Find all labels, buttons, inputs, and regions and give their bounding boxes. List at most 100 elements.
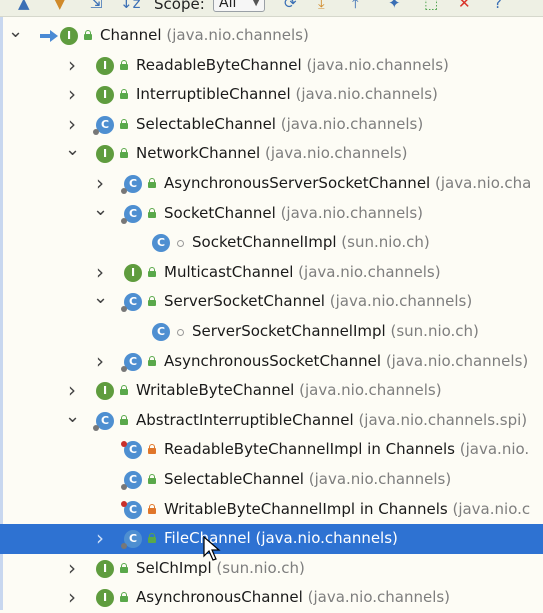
interface-icon: I [96, 56, 114, 75]
tree-row[interactable]: C WritableByteChannelImpl in Channels (ja… [0, 495, 543, 525]
chevron-right-icon[interactable]: › [93, 524, 107, 553]
chevron-down-icon: ▼ [252, 0, 260, 8]
public-visibility-icon [119, 148, 129, 159]
package-name: (java.nio.cha [435, 174, 532, 192]
tree-row-label: AsynchronousSocketChannel (java.nio.chan… [164, 347, 528, 376]
package-name: (java.nio.channels) [298, 262, 441, 281]
export-icon[interactable]: ⬚ [424, 0, 438, 13]
type-name: SelectableChannel [136, 114, 276, 133]
tree-row[interactable]: C SelectableChannel (java.nio.channels) [0, 465, 543, 495]
type-name: MulticastChannel [164, 262, 294, 281]
chevron-down-icon[interactable]: ⌄ [65, 139, 80, 168]
type-name: AbstractInterruptibleChannel [136, 410, 354, 429]
chevron-right-icon[interactable]: › [65, 110, 79, 139]
close-icon[interactable]: ✕ [458, 0, 471, 13]
help-icon[interactable]: ? [494, 0, 502, 13]
expand-all-icon[interactable]: ⤓ [318, 0, 325, 13]
package-name: (sun.nio.ch) [216, 558, 305, 577]
type-name: NetworkChannel [136, 144, 261, 163]
tree-row[interactable]: ⌄ C ServerSocketChannel (java.nio.channels… [0, 287, 543, 317]
class-icon: C [121, 175, 142, 194]
package-name: (java.nio.channels) [280, 114, 424, 133]
abstract-marker-icon [121, 543, 127, 550]
public-visibility-icon [147, 533, 157, 544]
public-visibility-icon [83, 30, 93, 41]
public-visibility-icon [147, 178, 157, 189]
class-icon: C [121, 471, 142, 490]
sort-alphabetically-icon[interactable]: ↓z [120, 0, 140, 13]
tree-row[interactable]: › C AsynchronousServerSocketChannel (java.… [0, 169, 543, 199]
tree-row[interactable]: › I SelChImpl (sun.nio.ch) [0, 554, 543, 584]
package-name: (java.nio.channels) [307, 588, 451, 607]
tree-row[interactable]: C SocketChannelImpl (sun.nio.ch) [0, 228, 543, 258]
type-name: ServerSocketChannelImpl [192, 322, 386, 340]
type-name: AsynchronousSocketChannel [164, 351, 382, 370]
tree-row-label: FileChannel (java.nio.channels) [164, 524, 398, 553]
public-visibility-icon [119, 385, 129, 396]
scope-label: Scope: [154, 0, 205, 13]
tree-row[interactable]: › I ReadableByteChannel (java.nio.channels… [0, 51, 543, 81]
package-name: (sun.nio.ch) [390, 322, 479, 340]
chevron-right-icon[interactable]: › [93, 169, 107, 198]
chevron-right-icon[interactable]: › [65, 51, 79, 80]
class-icon: C [121, 352, 142, 372]
tree-row[interactable]: ⌄ C AbstractInterruptibleChannel (java.nio… [0, 406, 543, 436]
class-icon: C [152, 323, 170, 341]
class-icon: C [121, 293, 142, 313]
supertype-hierarchy-icon[interactable]: ▲ [18, 0, 30, 13]
tree-row[interactable]: › I WritableByteChannel (java.nio.channels… [0, 376, 543, 406]
tree-row[interactable]: › C SelectableChannel (java.nio.channels) [0, 110, 543, 140]
tree-row[interactable]: › I AsynchronousChannel (java.nio.channels… [0, 583, 543, 613]
package-name: (java.nio.channels) [166, 26, 309, 44]
tree-row-label: MulticastChannel (java.nio.channels) [164, 258, 441, 287]
chevron-right-icon[interactable]: › [65, 80, 79, 109]
class-icon: C [93, 115, 114, 135]
tree-row[interactable]: › C AsynchronousSocketChannel (java.nio.ch… [0, 347, 543, 377]
tree-row[interactable]: › I MulticastChannel (java.nio.channels) [0, 258, 543, 288]
tree-row-label: AsynchronousChannel (java.nio.channels) [136, 583, 450, 612]
package-visibility-icon [175, 326, 185, 337]
tree-row[interactable]: ⌄ I NetworkChannel (java.nio.channels) [0, 139, 543, 169]
chevron-right-icon[interactable]: › [93, 258, 107, 287]
interface-icon: I [96, 559, 114, 578]
pin-icon[interactable]: ✦ [388, 0, 401, 13]
tree-row-label: ReadableByteChannelImpl in Channels (jav… [164, 435, 529, 464]
public-visibility-icon [119, 59, 129, 71]
base-type-marker-icon [40, 27, 60, 45]
tree-row-label: InterruptibleChannel (java.nio.channels) [136, 80, 438, 109]
subtype-hierarchy-icon[interactable]: ▼ [54, 0, 66, 13]
tree-row-label: WritableByteChannel (java.nio.channels) [136, 376, 442, 405]
collapse-all-icon[interactable]: ⤒ [352, 0, 359, 13]
class-hierarchy-icon[interactable]: ⇲ [90, 0, 103, 13]
tree-row[interactable]: ⌄ C SocketChannel (java.nio.channels) [0, 199, 543, 229]
tree-row-label: SocketChannel (java.nio.channels) [164, 199, 423, 228]
chevron-right-icon[interactable]: › [65, 376, 79, 405]
tree-row-label: AbstractInterruptibleChannel (java.nio.c… [136, 406, 527, 435]
tree-row[interactable]: C ReadableByteChannelImpl in Channels (ja… [0, 435, 543, 465]
class-icon: C [121, 441, 142, 460]
private-visibility-icon [147, 444, 157, 455]
chevron-down-icon[interactable]: ⌄ [65, 406, 80, 435]
tree-row[interactable]: › I InterruptibleChannel (java.nio.channel… [0, 80, 543, 110]
tree-row-label: AsynchronousServerSocketChannel (java.ni… [164, 169, 531, 198]
chevron-right-icon[interactable]: › [65, 583, 79, 612]
tree-row-label: ReadableByteChannel (java.nio.channels) [136, 51, 449, 80]
type-name: WritableByteChannelImpl in Channels [164, 499, 448, 518]
scope-select[interactable]: All ▼ [213, 0, 265, 12]
chevron-right-icon[interactable]: › [93, 347, 107, 376]
public-visibility-icon [147, 266, 157, 278]
type-name: AsynchronousChannel [136, 588, 303, 607]
package-name: (java.nio.channels) [255, 529, 398, 548]
chevron-right-icon[interactable]: › [65, 554, 79, 583]
chevron-down-icon[interactable]: ⌄ [8, 21, 23, 50]
chevron-down-icon[interactable]: ⌄ [93, 199, 108, 228]
chevron-down-icon[interactable]: ⌄ [93, 287, 108, 316]
interface-icon: I [60, 27, 78, 45]
tree-row[interactable]: ⌄ I Channel (java.nio.channels) [0, 21, 543, 51]
package-name: (java.nio.c [452, 499, 531, 518]
tree-row[interactable]: › C FileChannel (java.nio.channels) [0, 524, 543, 554]
refresh-icon[interactable]: ⟳ [284, 0, 297, 13]
public-visibility-icon [119, 414, 129, 426]
tree-row[interactable]: C ServerSocketChannelImpl (sun.nio.ch) [0, 317, 543, 347]
class-icon: C [121, 204, 142, 224]
